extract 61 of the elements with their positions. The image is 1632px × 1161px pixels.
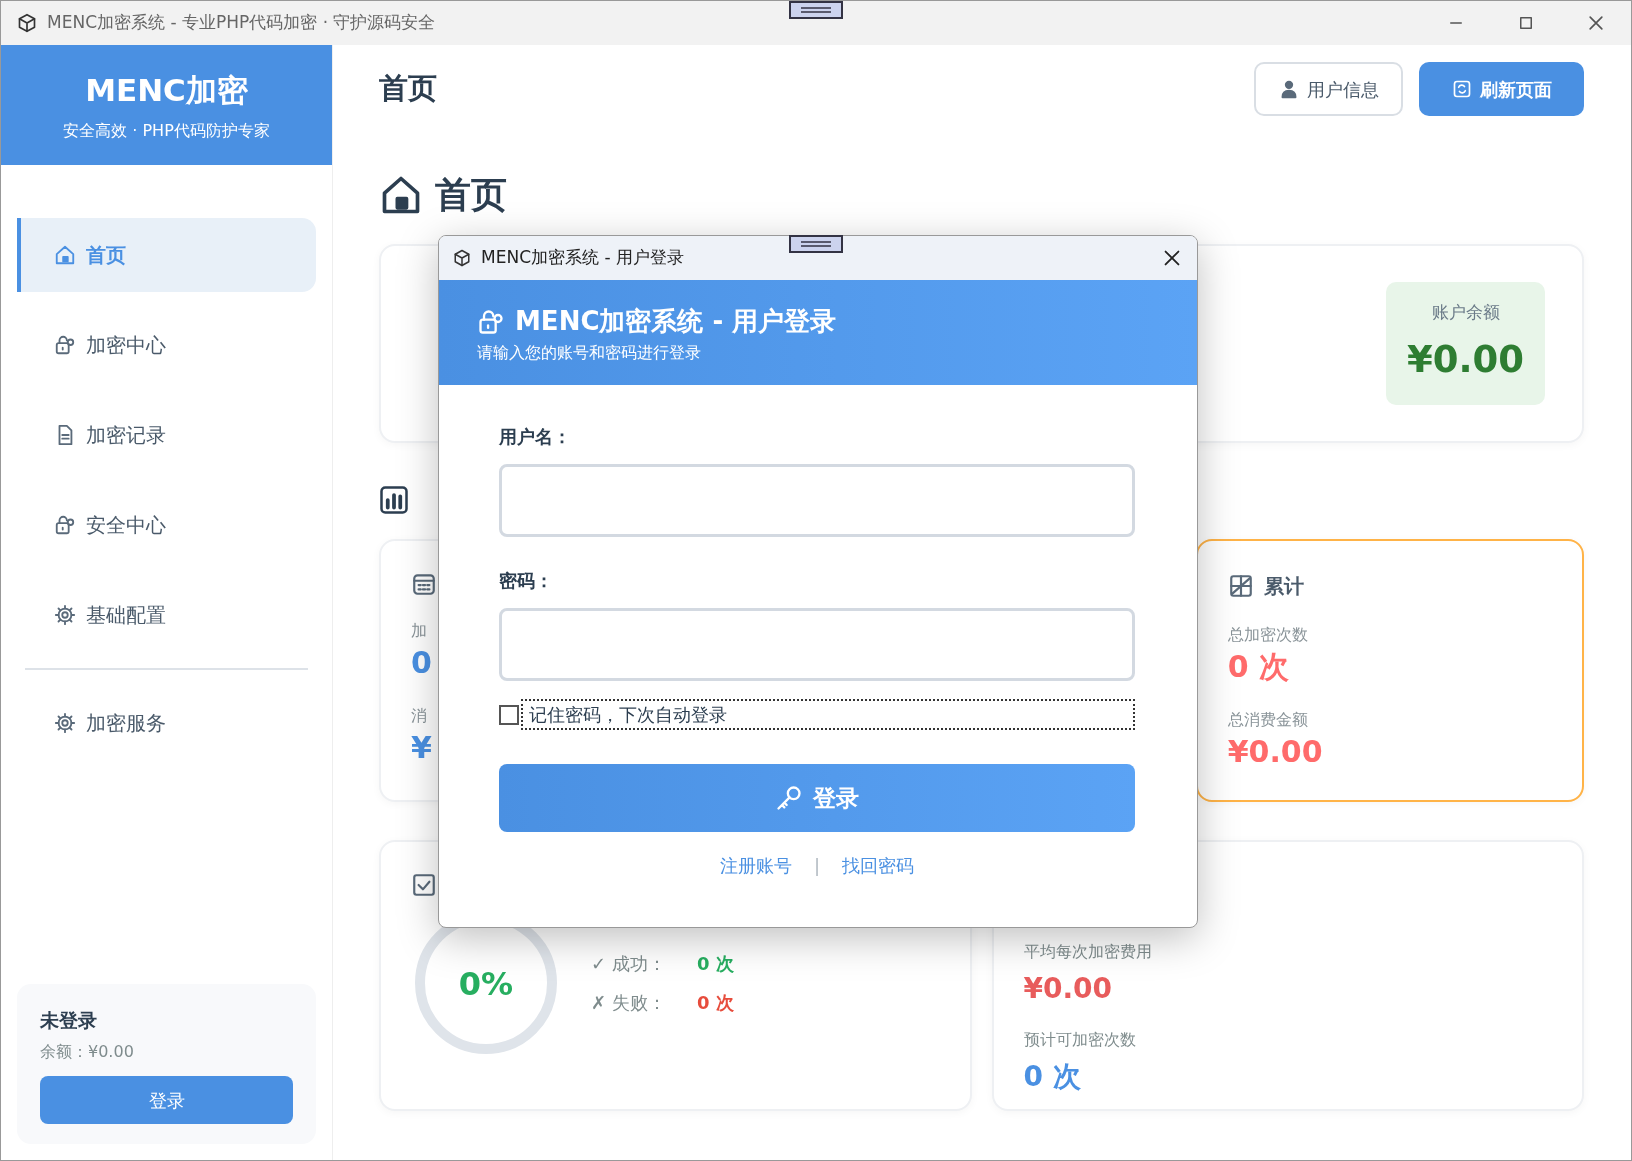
remember-checkbox[interactable] [499,704,519,725]
section-heading: 首页 [435,173,507,217]
brand-tagline: 安全高效 · PHP代码防护专家 [63,120,270,143]
balance-value: ¥0.00 [1406,336,1524,383]
cube-icon [453,249,471,267]
page-title: 首页 [379,70,437,108]
stat-value: ¥0.00 [1227,733,1323,771]
lock-icon [477,307,505,336]
user-info-button[interactable]: 用户信息 [1254,62,1403,116]
house-icon [54,244,76,266]
progress-percent: 0% [457,964,515,1005]
sidebar-item[interactable]: 基础配置 [17,578,316,652]
bar-chart-icon [379,485,409,515]
sidebar-item[interactable]: 加密服务 [17,686,316,760]
dialog-title: MENC加密系统 - 用户登录 [481,246,684,270]
sidebar-item[interactable]: 加密记录 [17,398,316,472]
stat-value: 0 次 [1227,648,1289,686]
stat-label: 平均每次加密费用 [1023,941,1152,963]
sidebar-item[interactable]: 安全中心 [17,488,316,562]
lock-icon [54,514,76,536]
close-icon[interactable] [1586,13,1606,33]
password-label: 密码： [499,569,554,593]
sidebar-item[interactable]: 加密中心 [17,308,316,382]
lock-icon [54,334,76,356]
balance-text: 余额：¥0.00 [40,1041,135,1063]
grid-chart-icon [1227,573,1254,599]
stat-label: 预计可加密次数 [1023,1029,1136,1051]
stat-value: 0 [411,644,432,682]
maximize-icon[interactable] [1517,14,1535,32]
login-status: 未登录 [40,1007,98,1033]
dialog-subtitle: 请输入您的账号和密码进行登录 [477,342,702,364]
gear-icon [54,604,76,626]
link-separator: | [813,854,821,878]
checkbox-icon [411,872,437,898]
stat-label: 总加密次数 [1227,624,1308,646]
cube-icon [17,13,37,33]
result-value: 0 次 [697,991,734,1015]
username-field[interactable] [499,464,1135,537]
stat-value: 0 次 [1023,1059,1081,1095]
refresh-icon [1451,79,1472,99]
card-title: 累计 [1263,573,1304,600]
username-label: 用户名： [499,425,572,449]
stat-value: ¥ [411,729,432,767]
stat-label: 消 [411,705,427,727]
key-icon [775,784,803,812]
brand-title: MENC加密 [85,70,248,110]
stat-label: 总消费金额 [1227,709,1308,731]
stat-label: 加 [411,620,427,642]
stat-value: ¥0.00 [1023,971,1113,1007]
window-title: MENC加密系统 - 专业PHP代码加密 · 守护源码安全 [47,11,436,35]
gear-icon [54,712,76,734]
balance-label: 账户余额 [1431,301,1500,324]
password-field[interactable] [499,608,1135,681]
drag-handle-icon[interactable] [789,235,843,253]
result-value: 0 次 [697,952,734,976]
result-label: ✗ 失败： [591,991,667,1015]
dialog-heading: MENC加密系统 - 用户登录 [515,305,837,338]
result-label: ✓ 成功： [591,952,667,976]
calendar-icon [411,571,437,597]
drag-handle-icon[interactable] [789,1,843,19]
remember-label[interactable]: 记住密码，下次自动登录 [521,699,1135,730]
